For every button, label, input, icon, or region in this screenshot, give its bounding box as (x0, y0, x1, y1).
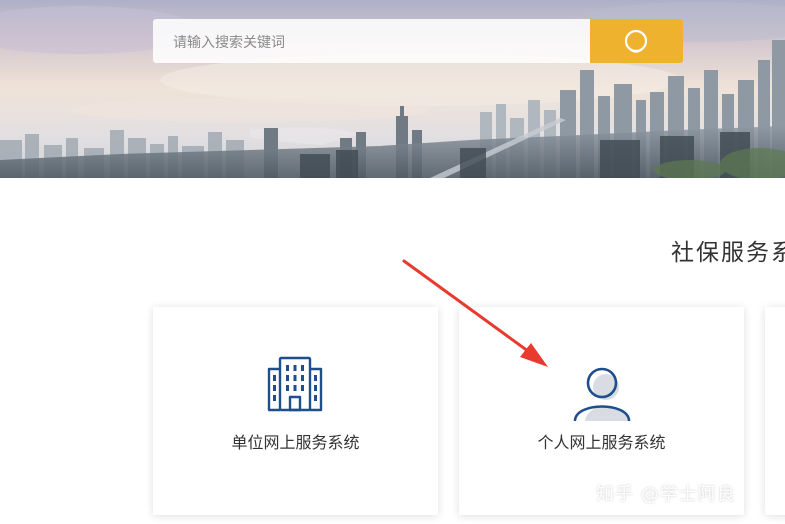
banner: 请输入搜索关键词 (0, 0, 785, 178)
building-icon (267, 356, 323, 412)
search-input[interactable]: 请输入搜索关键词 (153, 19, 590, 63)
search-placeholder: 请输入搜索关键词 (173, 35, 285, 51)
user-icon (573, 367, 631, 421)
personal-service-label: 个人网上服务系统 (537, 433, 666, 452)
page: 请输入搜索关键词 社保服务系 单位网上服务系统 个人网上服务系统 知乎 @学士阿… (0, 0, 785, 524)
section-title: 社保服务系 (671, 240, 785, 266)
unit-service-card[interactable]: 单位网上服务系统 (153, 307, 438, 515)
search-icon (624, 29, 648, 53)
search-button[interactable] (590, 19, 683, 63)
watermark: 知乎 @学士阿良 (596, 484, 736, 505)
third-service-card[interactable] (765, 307, 785, 515)
unit-service-label: 单位网上服务系统 (231, 433, 360, 452)
